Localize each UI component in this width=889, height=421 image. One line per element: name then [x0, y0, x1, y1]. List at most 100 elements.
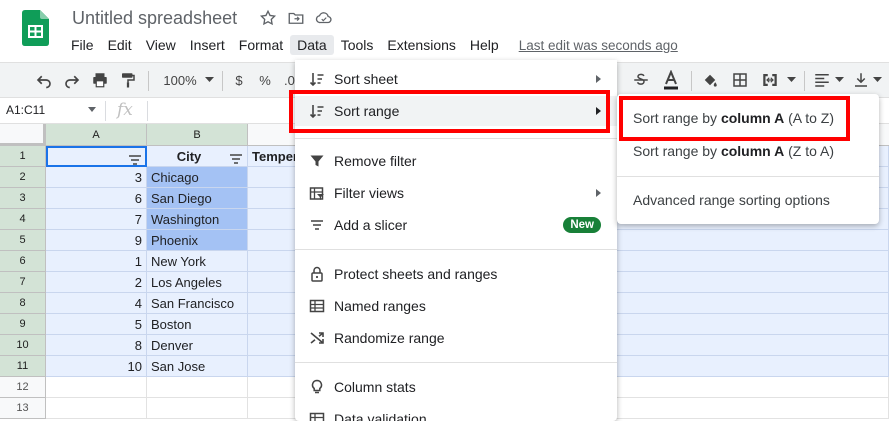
submenu-arrow-icon: [596, 107, 601, 115]
cell-b[interactable]: Washington: [147, 209, 248, 230]
shuffle-icon: [309, 330, 325, 346]
menu-named-ranges[interactable]: Named ranges: [295, 291, 617, 321]
menu-file[interactable]: File: [64, 35, 101, 55]
cell-b[interactable]: San Jose: [147, 356, 248, 377]
cell-a[interactable]: 8: [46, 335, 147, 356]
row-header[interactable]: 7: [0, 272, 46, 293]
menu-protect-sheets[interactable]: Protect sheets and ranges: [295, 259, 617, 289]
row-header[interactable]: 9: [0, 314, 46, 335]
cell-a[interactable]: 9: [46, 230, 147, 251]
last-edit-link[interactable]: Last edit was seconds ago: [519, 38, 678, 53]
borders-icon[interactable]: [730, 71, 750, 89]
zoom-select[interactable]: 100%: [160, 71, 200, 89]
menu-tools[interactable]: Tools: [334, 35, 381, 55]
cell-a[interactable]: 10: [46, 356, 147, 377]
cell-b[interactable]: Chicago: [147, 167, 248, 188]
undo-icon[interactable]: [34, 71, 54, 89]
menu-data[interactable]: Data: [290, 35, 334, 55]
cell-a[interactable]: 7: [46, 209, 147, 230]
move-folder-icon[interactable]: [287, 9, 305, 27]
valign-dropdown-icon[interactable]: [872, 71, 882, 89]
submenu-arrow-icon: [596, 189, 601, 197]
column-header-b[interactable]: B: [147, 124, 248, 146]
sort-z-to-a-item[interactable]: Sort range by column A (Z to A): [617, 135, 879, 167]
cell-a[interactable]: [46, 398, 147, 419]
cell-a[interactable]: 6: [46, 188, 147, 209]
cell-b[interactable]: [147, 398, 248, 419]
cloud-status-icon[interactable]: [315, 9, 333, 27]
select-all-corner[interactable]: [0, 124, 46, 146]
menu-column-stats[interactable]: Column stats: [295, 372, 617, 402]
menu-format[interactable]: Format: [232, 35, 290, 55]
filter-toggle-icon[interactable]: [129, 153, 141, 165]
row-header[interactable]: 3: [0, 188, 46, 209]
horizontal-align-icon[interactable]: [812, 71, 832, 89]
cell-a[interactable]: [46, 146, 147, 167]
slicer-icon: [309, 217, 325, 233]
menu-help[interactable]: Help: [463, 35, 506, 55]
redo-icon[interactable]: [62, 71, 82, 89]
menu-remove-filter[interactable]: Remove filter: [295, 146, 617, 176]
filter-toggle-icon[interactable]: [230, 151, 242, 164]
menu-data-validation[interactable]: Data validation: [295, 404, 617, 421]
fx-icon: fx: [117, 100, 133, 120]
text-color-icon[interactable]: [661, 70, 681, 90]
align-dropdown-icon[interactable]: [834, 71, 844, 89]
cell-b[interactable]: New York: [147, 251, 248, 272]
filter-icon: [309, 153, 325, 169]
print-icon[interactable]: [90, 71, 110, 89]
cell-a[interactable]: [46, 377, 147, 398]
fill-color-icon[interactable]: [700, 71, 720, 89]
row-header[interactable]: 2: [0, 167, 46, 188]
column-header-a[interactable]: A: [46, 124, 147, 146]
cell-a[interactable]: 5: [46, 314, 147, 335]
cell-a[interactable]: 2: [46, 272, 147, 293]
strikethrough-icon[interactable]: [631, 71, 651, 89]
row-header[interactable]: 12: [0, 377, 46, 398]
document-title[interactable]: Untitled spreadsheet: [72, 8, 237, 29]
row-header[interactable]: 11: [0, 356, 46, 377]
currency-format-button[interactable]: $: [232, 71, 246, 89]
row-header[interactable]: 13: [0, 398, 46, 419]
cell-b[interactable]: Los Angeles: [147, 272, 248, 293]
name-box-dropdown-icon[interactable]: [88, 107, 96, 112]
menu-extensions[interactable]: Extensions: [380, 35, 462, 55]
vertical-align-icon[interactable]: [852, 71, 870, 89]
star-icon[interactable]: [259, 9, 277, 27]
merge-cells-icon[interactable]: [760, 71, 780, 89]
cell-b[interactable]: San Diego: [147, 188, 248, 209]
cell-b[interactable]: San Francisco: [147, 293, 248, 314]
cell-b[interactable]: Denver: [147, 335, 248, 356]
name-box[interactable]: A1:C11: [6, 103, 45, 117]
menu-bar: File Edit View Insert Format Data Tools …: [64, 34, 678, 56]
menu-randomize-range[interactable]: Randomize range: [295, 323, 617, 353]
sheets-logo-icon[interactable]: [22, 10, 49, 46]
cell-a[interactable]: 1: [46, 251, 147, 272]
cell-a[interactable]: 4: [46, 293, 147, 314]
data-validation-icon: [309, 411, 325, 421]
menu-sort-range[interactable]: Sort range: [295, 96, 617, 126]
menu-insert[interactable]: Insert: [183, 35, 232, 55]
cell-b[interactable]: Phoenix: [147, 230, 248, 251]
menu-view[interactable]: View: [139, 35, 183, 55]
menu-filter-views[interactable]: Filter views: [295, 178, 617, 208]
row-header[interactable]: 1: [0, 146, 46, 167]
menu-sort-sheet[interactable]: Sort sheet: [295, 64, 617, 94]
paint-format-icon[interactable]: [118, 71, 138, 89]
zoom-dropdown-icon[interactable]: [204, 71, 214, 89]
menu-edit[interactable]: Edit: [101, 35, 139, 55]
sort-range-submenu: Sort range by column A (A to Z) Sort ran…: [617, 94, 879, 224]
cell-a[interactable]: 3: [46, 167, 147, 188]
advanced-sort-options-item[interactable]: Advanced range sorting options: [617, 184, 879, 216]
row-header[interactable]: 4: [0, 209, 46, 230]
row-header[interactable]: 6: [0, 251, 46, 272]
cell-b[interactable]: [147, 377, 248, 398]
cell-b[interactable]: Boston: [147, 314, 248, 335]
row-header[interactable]: 10: [0, 335, 46, 356]
menu-add-slicer[interactable]: Add a slicer New: [295, 210, 617, 240]
row-header[interactable]: 5: [0, 230, 46, 251]
percent-format-button[interactable]: %: [258, 71, 272, 89]
merge-dropdown-icon[interactable]: [786, 71, 796, 89]
sort-a-to-z-item[interactable]: Sort range by column A (A to Z): [617, 102, 879, 134]
row-header[interactable]: 8: [0, 293, 46, 314]
